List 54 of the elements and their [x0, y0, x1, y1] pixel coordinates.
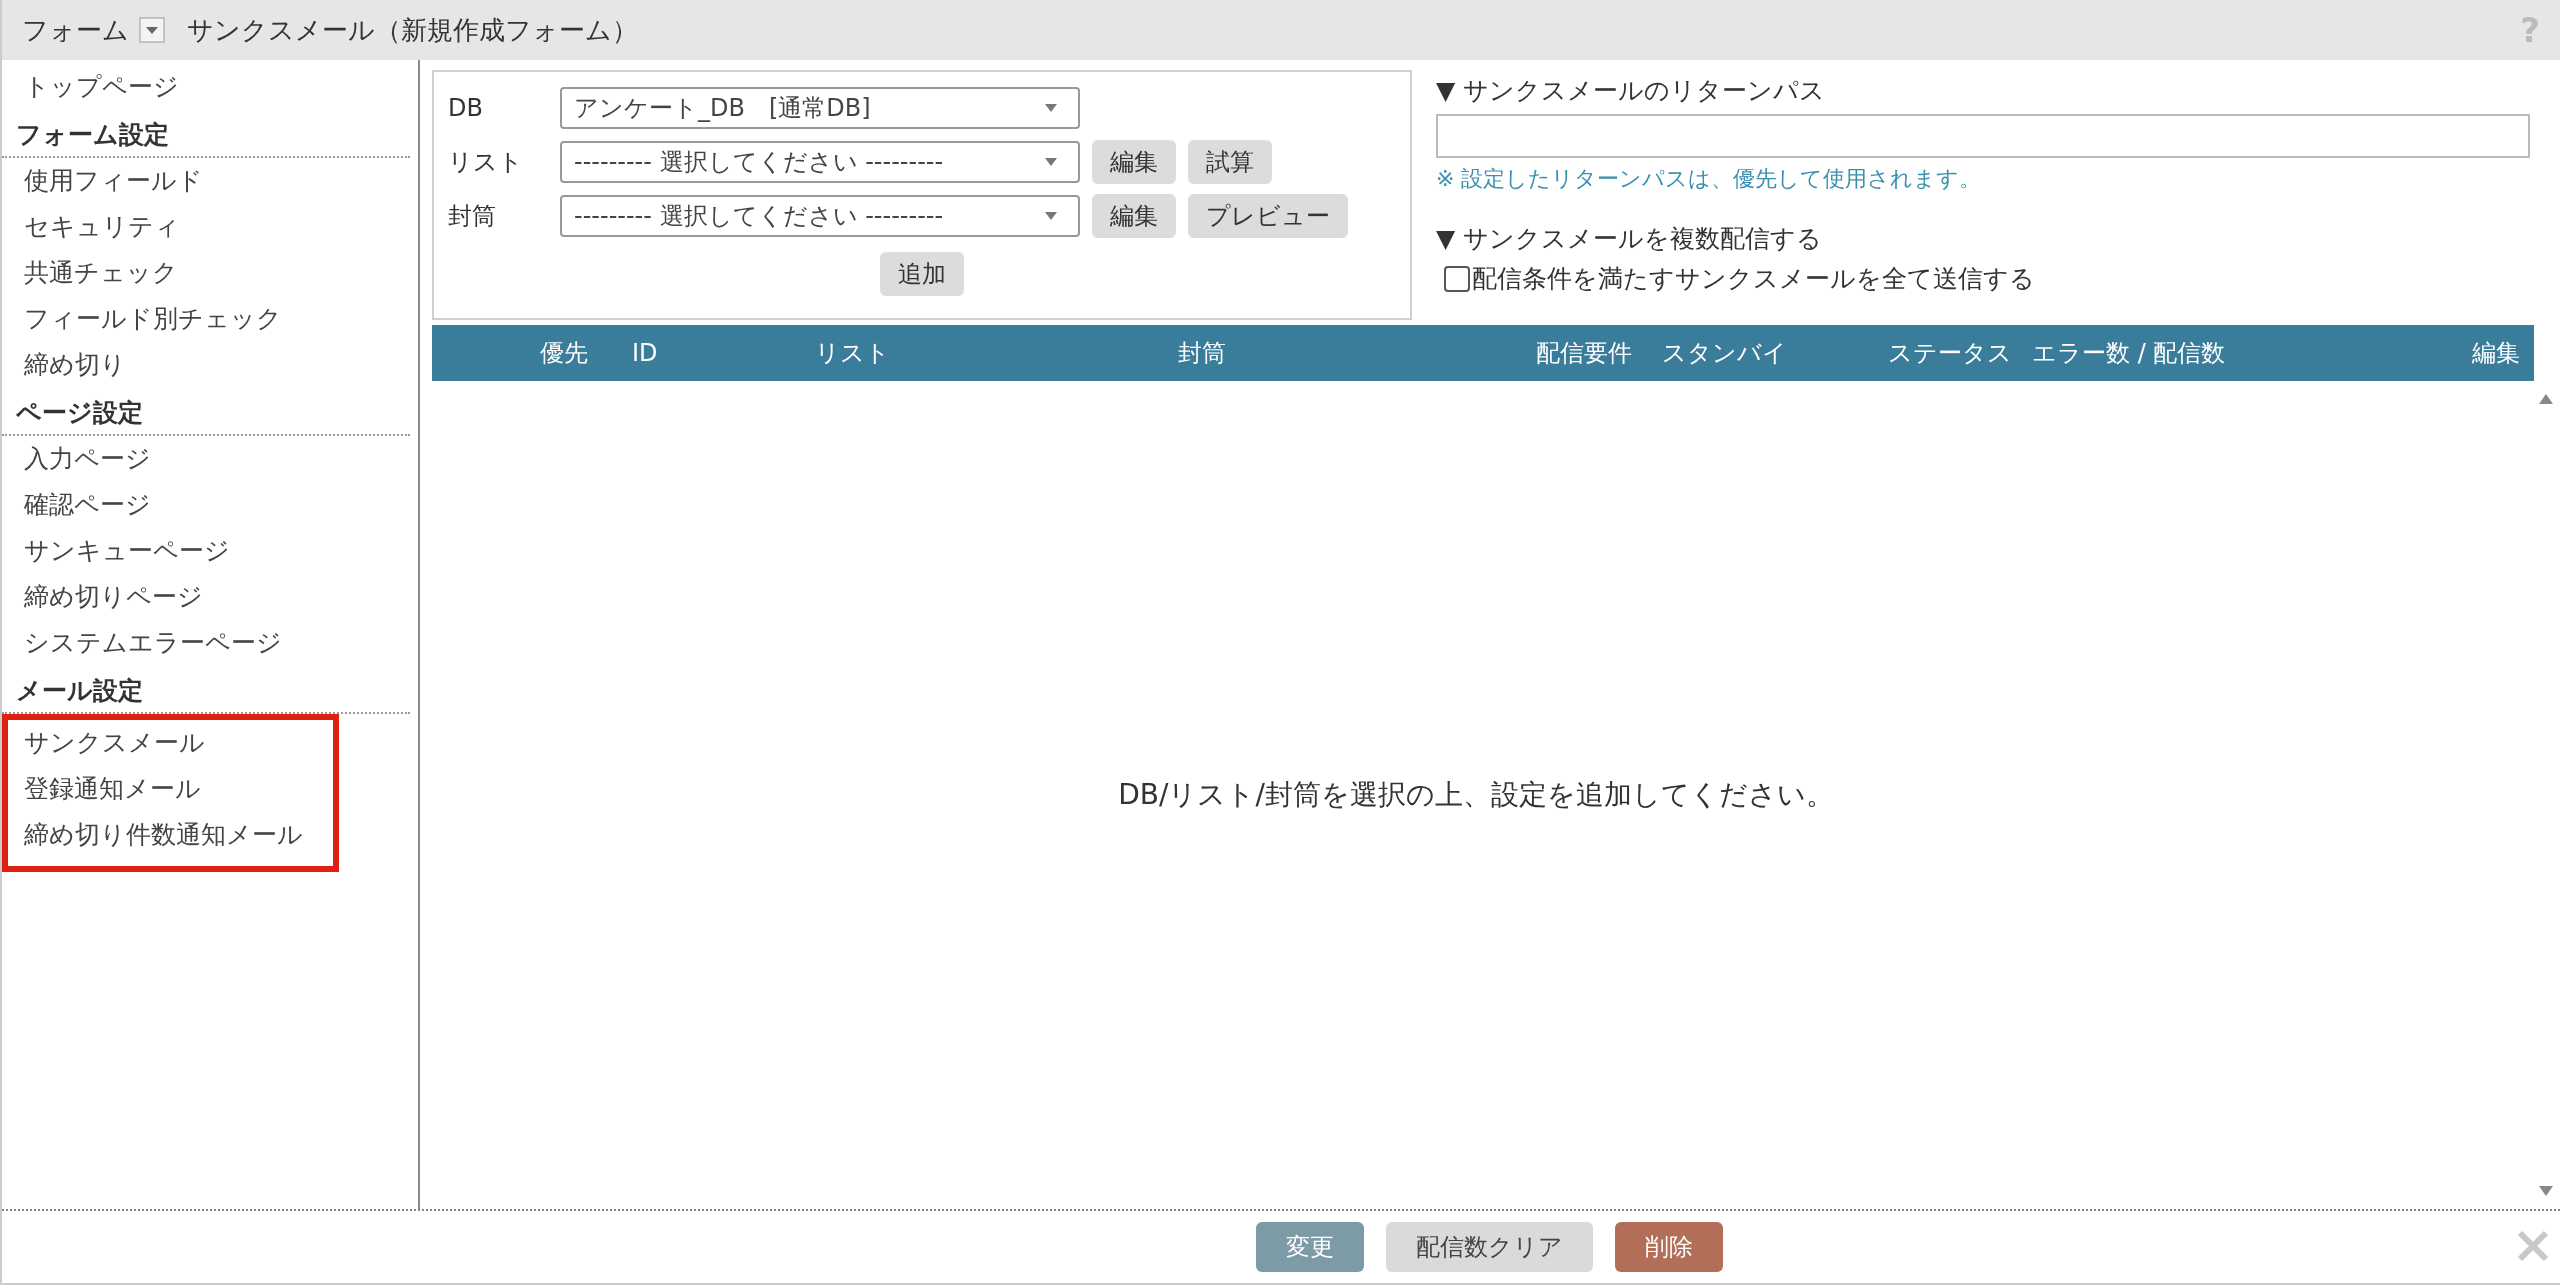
column-header: ステータス: [1887, 338, 2013, 369]
return-path-field[interactable]: [1436, 114, 2530, 158]
scroll-up-icon[interactable]: [2538, 393, 2554, 405]
sidebar-item[interactable]: セキュリティ: [2, 204, 304, 250]
sidebar-item[interactable]: システムエラーページ: [2, 620, 304, 666]
sidebar-item[interactable]: 使用フィールド: [2, 158, 304, 204]
action-button[interactable]: 試算: [1188, 140, 1272, 184]
column-header: 配信要件: [1535, 338, 1633, 369]
note-text: ※ 設定したリターンパスは、優先して使用されます。: [1436, 165, 1983, 193]
section-heading: メール設定: [2, 666, 410, 714]
empty-message: DB/リスト/封筒を選択の上、設定を追加してください。: [1118, 777, 1834, 813]
select-field[interactable]: アンケート_DB [通常DB]: [560, 87, 1080, 129]
scroll-down-icon[interactable]: [2538, 1185, 2554, 1197]
footer-button[interactable]: 削除: [1614, 1222, 1723, 1272]
section-heading: ▼ サンクスメールを複数配信する: [1436, 223, 1824, 255]
column-header: スタンバイ: [1661, 338, 1788, 369]
sidebar-item[interactable]: 確認ページ: [2, 482, 304, 528]
checkbox-label[interactable]: 配信条件を満たすサンクスメールを全て送信する: [1472, 262, 2035, 295]
sidebar-item[interactable]: 締め切りページ: [2, 574, 304, 620]
column-header: 編集: [2471, 338, 2521, 369]
column-header: 封筒: [1177, 338, 1227, 369]
sidebar-item[interactable]: サンキューページ: [2, 528, 304, 574]
column-header: エラー数 / 配信数: [2032, 338, 2227, 369]
sidebar-item[interactable]: 締め切り件数通知メール: [8, 812, 325, 858]
section-heading: ▼ サンクスメールのリターンパス: [1436, 75, 1827, 107]
caret-icon: [1044, 103, 1058, 113]
action-button[interactable]: 編集: [1092, 140, 1176, 184]
sidebar-item[interactable]: トップページ: [2, 64, 418, 110]
sidebar-item[interactable]: 登録通知メール: [8, 766, 325, 812]
column-header: リスト: [813, 338, 891, 369]
sidebar-item[interactable]: フィールド別チェック: [2, 296, 304, 342]
add-button[interactable]: 追加: [880, 252, 964, 296]
sidebar-item[interactable]: 締め切り: [2, 342, 304, 388]
field-label: DB: [448, 94, 484, 122]
caret-icon: [1044, 211, 1058, 221]
action-button[interactable]: プレビュー: [1188, 194, 1348, 238]
dropdown-icon[interactable]: [139, 17, 165, 43]
form-menu-label[interactable]: フォーム: [22, 12, 129, 48]
field-label: リスト: [448, 147, 524, 178]
caret-icon: [1044, 157, 1058, 167]
sidebar-item[interactable]: 入力ページ: [2, 436, 304, 482]
checkbox[interactable]: [1444, 265, 1470, 292]
column-header: ID: [631, 339, 659, 367]
sidebar-item[interactable]: 共通チェック: [2, 250, 304, 296]
select-field[interactable]: --------- 選択してください ---------: [560, 141, 1080, 183]
field-label: 封筒: [448, 201, 497, 232]
page-title: サンクスメール（新規作成フォーム）: [187, 13, 638, 47]
footer-button[interactable]: 配信数クリア: [1385, 1222, 1593, 1272]
select-field[interactable]: --------- 選択してください ---------: [560, 195, 1080, 237]
column-header: 優先: [539, 338, 589, 369]
section-heading: ページ設定: [2, 388, 410, 436]
action-button[interactable]: 編集: [1092, 194, 1176, 238]
sidebar-item[interactable]: サンクスメール: [8, 720, 325, 766]
section-heading: フォーム設定: [2, 110, 410, 158]
